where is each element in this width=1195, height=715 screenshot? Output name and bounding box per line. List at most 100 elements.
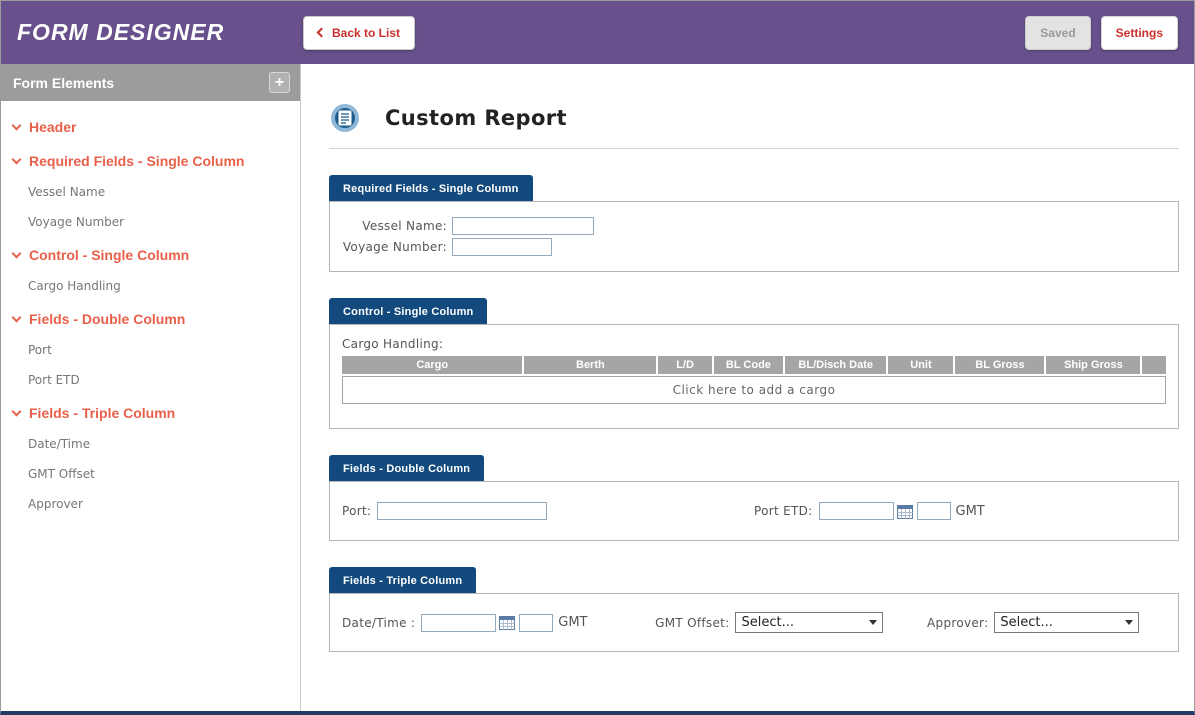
sidebar-title: Form Elements bbox=[13, 75, 114, 91]
sidebar-group-header-section: Header bbox=[1, 109, 300, 143]
back-to-list-label: Back to List bbox=[332, 26, 400, 40]
sidebar-item-port[interactable]: Port bbox=[1, 335, 300, 365]
sidebar-item-approver[interactable]: Approver bbox=[1, 489, 300, 519]
top-bar: FORM DESIGNER Back to List Saved Setting… bbox=[1, 1, 1194, 64]
voyage-number-input[interactable] bbox=[452, 238, 552, 256]
dropdown-arrow-icon bbox=[869, 620, 877, 625]
sidebar-item-voyage-number[interactable]: Voyage Number bbox=[1, 207, 300, 237]
port-label: Port: bbox=[342, 504, 371, 518]
gmt-offset-select-value: Select... bbox=[741, 615, 794, 630]
approver-select-value: Select... bbox=[1000, 615, 1053, 630]
vessel-name-label: Vessel Name: bbox=[330, 219, 452, 233]
saved-button[interactable]: Saved bbox=[1025, 16, 1090, 50]
gmt-offset-field: GMT Offset: Select... bbox=[655, 612, 927, 633]
triple-column-panel: Date/Time : bbox=[329, 593, 1179, 652]
port-input[interactable] bbox=[377, 502, 547, 520]
column-header-bl-code: BL Code bbox=[714, 356, 783, 374]
gmt-label: GMT bbox=[558, 615, 587, 630]
column-header-unit: Unit bbox=[888, 356, 953, 374]
column-header-berth: Berth bbox=[524, 356, 656, 374]
column-header-ship-gross: Ship Gross bbox=[1046, 356, 1140, 374]
sidebar-header: Form Elements + bbox=[1, 64, 300, 101]
voyage-number-label: Voyage Number: bbox=[330, 240, 452, 254]
datetime-input[interactable] bbox=[421, 614, 496, 632]
chevron-down-icon bbox=[12, 154, 22, 164]
sidebar-group-label: Fields - Double Column bbox=[29, 311, 185, 327]
dropdown-arrow-icon bbox=[1125, 620, 1133, 625]
form-canvas: Custom Report Required Fields - Single C… bbox=[301, 64, 1194, 711]
tab-required-fields: Required Fields - Single Column bbox=[329, 175, 533, 202]
port-etd-date-input[interactable] bbox=[819, 502, 894, 520]
form-elements-tree: Header Required Fields - Single Column V… bbox=[1, 101, 300, 527]
tab-double-column: Fields - Double Column bbox=[329, 455, 484, 482]
report-header: Custom Report bbox=[329, 64, 1179, 149]
page-title: Custom Report bbox=[385, 106, 567, 130]
gmt-offset-label: GMT Offset: bbox=[655, 616, 729, 630]
column-header-bl-gross: BL Gross bbox=[955, 356, 1044, 374]
sidebar-item-port-etd[interactable]: Port ETD bbox=[1, 365, 300, 395]
chevron-down-icon bbox=[12, 248, 22, 258]
sidebar-group-triple-column: Fields - Triple Column Date/Time GMT Off… bbox=[1, 395, 300, 519]
sidebar-group-label: Required Fields - Single Column bbox=[29, 153, 244, 169]
column-header-cargo: Cargo bbox=[342, 356, 522, 374]
column-header-ld: L/D bbox=[658, 356, 712, 374]
column-header-bl-disch-date: BL/Disch Date bbox=[785, 356, 886, 374]
sidebar-group-header[interactable]: Fields - Triple Column bbox=[1, 395, 300, 429]
approver-field: Approver: Select... bbox=[927, 612, 1166, 633]
control-panel: Cargo Handling: Cargo Berth L/D BL Code … bbox=[329, 324, 1179, 429]
port-field: Port: bbox=[342, 502, 754, 520]
add-cargo-row[interactable]: Click here to add a cargo bbox=[342, 376, 1166, 404]
datetime-field: Date/Time : bbox=[342, 614, 655, 632]
vessel-name-row: Vessel Name: bbox=[330, 217, 1178, 235]
app-window: FORM DESIGNER Back to List Saved Setting… bbox=[0, 0, 1195, 715]
voyage-number-row: Voyage Number: bbox=[330, 238, 1178, 256]
sidebar-group-header[interactable]: Required Fields - Single Column bbox=[1, 143, 300, 177]
sidebar-group-control: Control - Single Column Cargo Handling bbox=[1, 237, 300, 301]
sidebar-group-header[interactable]: Control - Single Column bbox=[1, 237, 300, 271]
section-required-fields: Required Fields - Single Column Vessel N… bbox=[329, 174, 1179, 272]
app-logo: FORM DESIGNER bbox=[1, 19, 287, 46]
sidebar-group-double-column: Fields - Double Column Port Port ETD bbox=[1, 301, 300, 395]
port-etd-label: Port ETD: bbox=[754, 504, 813, 518]
vessel-name-input[interactable] bbox=[452, 217, 594, 235]
section-triple-column: Fields - Triple Column Date/Time : bbox=[329, 566, 1179, 652]
add-element-button[interactable]: + bbox=[269, 72, 290, 93]
column-header-empty bbox=[1142, 356, 1166, 374]
gmt-offset-select[interactable]: Select... bbox=[735, 612, 883, 633]
chevron-down-icon bbox=[12, 406, 22, 416]
section-control: Control - Single Column Cargo Handling: … bbox=[329, 297, 1179, 429]
approver-label: Approver: bbox=[927, 616, 988, 630]
sidebar-item-gmt-offset[interactable]: GMT Offset bbox=[1, 459, 300, 489]
port-etd-gmt-input[interactable] bbox=[917, 502, 951, 520]
chevron-left-icon bbox=[317, 28, 327, 38]
approver-select[interactable]: Select... bbox=[994, 612, 1139, 633]
calendar-icon[interactable] bbox=[897, 504, 913, 519]
sidebar-group-label: Fields - Triple Column bbox=[29, 405, 175, 421]
cargo-handling-label: Cargo Handling: bbox=[342, 337, 1166, 351]
calendar-icon[interactable] bbox=[499, 615, 515, 630]
sidebar-item-cargo-handling[interactable]: Cargo Handling bbox=[1, 271, 300, 301]
double-column-panel: Port: Port ETD: bbox=[329, 481, 1179, 541]
datetime-label: Date/Time : bbox=[342, 616, 415, 630]
chevron-down-icon bbox=[12, 120, 22, 130]
required-fields-panel: Vessel Name: Voyage Number: bbox=[329, 201, 1179, 272]
cargo-table-header: Cargo Berth L/D BL Code BL/Disch Date Un… bbox=[342, 356, 1166, 374]
sidebar-group-required-fields: Required Fields - Single Column Vessel N… bbox=[1, 143, 300, 237]
datetime-gmt-input[interactable] bbox=[519, 614, 553, 632]
chevron-down-icon bbox=[12, 312, 22, 322]
back-to-list-button[interactable]: Back to List bbox=[303, 16, 415, 50]
sidebar-item-vessel-name[interactable]: Vessel Name bbox=[1, 177, 300, 207]
settings-button[interactable]: Settings bbox=[1101, 16, 1178, 50]
port-etd-field: Port ETD: bbox=[754, 502, 1166, 520]
sidebar-group-label: Header bbox=[29, 119, 76, 135]
sidebar-item-date-time[interactable]: Date/Time bbox=[1, 429, 300, 459]
tab-control: Control - Single Column bbox=[329, 298, 487, 325]
document-icon bbox=[331, 104, 359, 132]
section-double-column: Fields - Double Column Port: Port ETD: bbox=[329, 454, 1179, 541]
tab-triple-column: Fields - Triple Column bbox=[329, 567, 476, 594]
sidebar-group-label: Control - Single Column bbox=[29, 247, 189, 263]
form-elements-sidebar: Form Elements + Header Required Fields -… bbox=[1, 64, 301, 711]
sidebar-group-header[interactable]: Header bbox=[1, 109, 300, 143]
sidebar-group-header[interactable]: Fields - Double Column bbox=[1, 301, 300, 335]
gmt-label: GMT bbox=[956, 504, 985, 519]
